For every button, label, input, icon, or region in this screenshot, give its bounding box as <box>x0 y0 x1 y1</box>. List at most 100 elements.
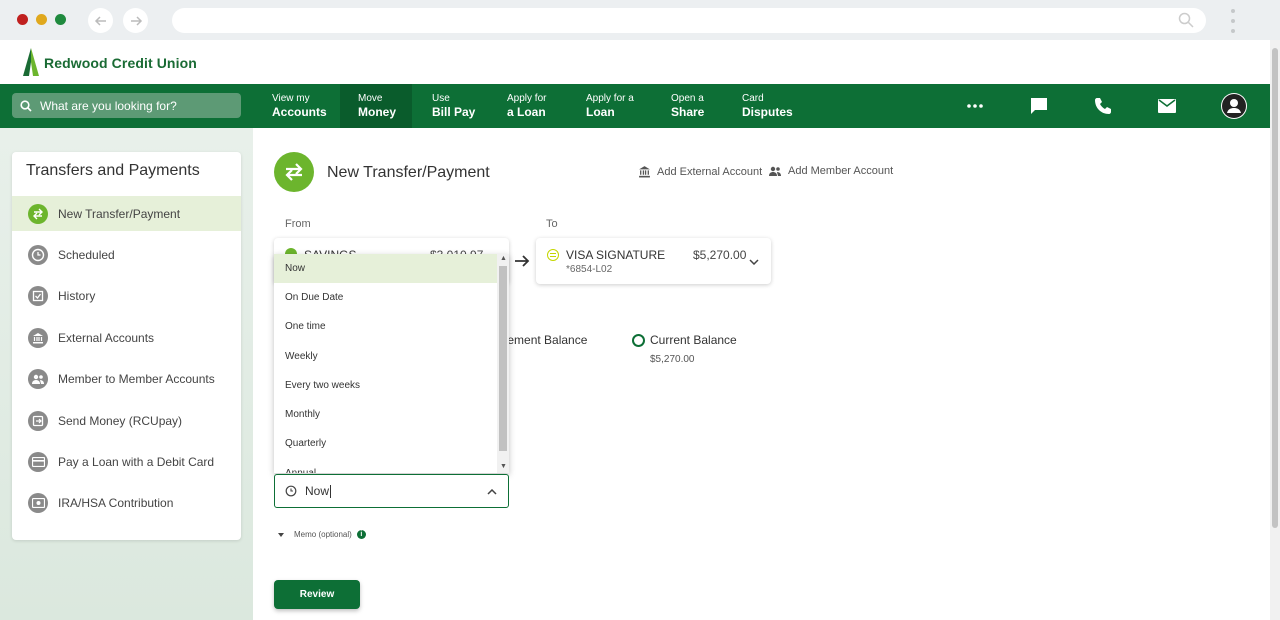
nav-bill-pay[interactable]: Use Bill Pay <box>432 84 475 128</box>
minimize-window-dot[interactable] <box>36 14 47 25</box>
add-external-account-link[interactable]: Add External Account <box>638 165 762 178</box>
nav-move-money[interactable]: Move Money <box>340 84 412 128</box>
nav-line2: Disputes <box>742 105 793 119</box>
frequency-select[interactable]: Now <box>274 474 509 508</box>
browser-menu-icon[interactable] <box>1230 9 1236 33</box>
transfers-sidebar: Transfers and Payments New Transfer/Paym… <box>12 152 241 540</box>
bank-icon <box>639 166 650 178</box>
add-external-account-label: Add External Account <box>657 165 763 178</box>
review-button[interactable]: Review <box>274 580 360 609</box>
nav-line1: Apply for <box>507 93 547 104</box>
page: Redwood Credit Union What are you lookin… <box>0 40 1270 620</box>
frequency-dropdown-list[interactable]: Now On Due Date One time Weekly Every tw… <box>274 254 509 473</box>
clock-icon <box>285 485 297 497</box>
sidebar-item-pay-loan-debit[interactable]: Pay a Loan with a Debit Card <box>12 444 241 479</box>
address-bar[interactable] <box>172 8 1206 33</box>
sidebar-item-send-money[interactable]: Send Money (RCUpay) <box>12 403 241 438</box>
members-icon <box>769 166 781 176</box>
logo[interactable]: Redwood Credit Union <box>22 48 197 78</box>
frequency-value: Now <box>305 484 330 498</box>
add-member-account-link[interactable]: Add Member Account <box>768 165 893 177</box>
transfer-icon <box>28 203 48 224</box>
page-title: New Transfer/Payment <box>327 164 490 181</box>
memo-toggle[interactable]: Memo (optional) i <box>278 530 366 539</box>
sidebar-item-label: Scheduled <box>58 247 115 262</box>
mail-icon[interactable] <box>1155 94 1179 118</box>
option-weekly[interactable]: Weekly <box>274 342 497 371</box>
arrow-right-icon <box>130 15 142 26</box>
close-window-dot[interactable] <box>17 14 28 25</box>
page-scrollbar[interactable] <box>1270 40 1280 620</box>
sidebar-item-label: IRA/HSA Contribution <box>58 495 174 510</box>
scroll-up-icon[interactable]: ▲ <box>500 255 507 262</box>
back-button[interactable] <box>88 8 113 33</box>
to-account-balance: $5,270.00 <box>693 248 747 262</box>
brand-name: Redwood Credit Union <box>44 55 197 71</box>
option-monthly[interactable]: Monthly <box>274 400 497 429</box>
more-icon[interactable] <box>963 94 987 118</box>
page-scroll-thumb[interactable] <box>1272 48 1278 528</box>
nav-apply-loan[interactable]: Apply for a Loan <box>507 84 546 128</box>
history-icon <box>28 285 48 306</box>
card-icon <box>28 451 48 472</box>
sidebar-item-new-transfer[interactable]: New Transfer/Payment <box>12 196 241 231</box>
nav-line1: Apply for a <box>586 93 634 104</box>
sidebar-item-ira-hsa[interactable]: IRA/HSA Contribution <box>12 485 241 520</box>
nav-line1: Card <box>742 93 764 104</box>
bank-icon <box>28 327 48 348</box>
sidebar-item-label: External Accounts <box>58 330 155 345</box>
info-icon[interactable]: i <box>356 530 366 539</box>
nav-line2: a Loan <box>507 105 546 119</box>
nav-line2: Money <box>358 105 397 119</box>
arrow-left-icon <box>94 15 106 26</box>
nav-apply-for-a-loan[interactable]: Apply for a Loan <box>586 84 634 128</box>
to-account-name: VISA SIGNATURE <box>566 248 666 262</box>
nav-line1: Move <box>358 93 383 104</box>
current-balance-label: Current Balance <box>650 333 737 347</box>
sidebar-item-label: History <box>58 288 96 303</box>
search-input[interactable]: What are you looking for? <box>12 93 241 118</box>
sidebar-item-member-accounts[interactable]: Member to Member Accounts <box>12 361 241 396</box>
current-balance-value: $5,270.00 <box>650 354 695 365</box>
option-every-two-weeks[interactable]: Every two weeks <box>274 371 497 400</box>
credit-card-account-icon <box>547 249 559 261</box>
members-icon <box>28 368 48 389</box>
sidebar-item-label: Pay a Loan with a Debit Card <box>58 454 215 469</box>
maximize-window-dot[interactable] <box>55 14 66 25</box>
clock-icon <box>28 244 48 265</box>
sidebar-item-scheduled[interactable]: Scheduled <box>12 237 241 272</box>
to-account-select[interactable]: VISA SIGNATURE *6854-L02 $5,270.00 <box>536 238 771 284</box>
account-icon[interactable] <box>1221 93 1247 119</box>
option-on-due-date[interactable]: On Due Date <box>274 283 497 312</box>
option-one-time[interactable]: One time <box>274 312 497 341</box>
chat-icon[interactable] <box>1027 94 1051 118</box>
option-now[interactable]: Now <box>274 254 497 283</box>
option-quarterly[interactable]: Quarterly <box>274 429 497 458</box>
search-icon <box>20 99 32 112</box>
sidebar-title: Transfers and Payments <box>26 162 200 179</box>
scroll-down-icon[interactable]: ▼ <box>500 463 507 470</box>
search-placeholder: What are you looking for? <box>40 98 177 113</box>
sidebar-item-external-accounts[interactable]: External Accounts <box>12 320 241 355</box>
sidebar-item-label: Member to Member Accounts <box>58 371 215 386</box>
add-member-account-label: Add Member Account <box>788 165 894 177</box>
sidebar-item-history[interactable]: History <box>12 278 241 313</box>
nav-line2: Share <box>671 105 705 119</box>
nav-line1: View my <box>272 93 310 104</box>
nav-open-share[interactable]: Open a Share <box>671 84 704 128</box>
caret-down-icon <box>278 532 284 537</box>
from-label: From <box>285 218 311 230</box>
top-nav: What are you looking for? View my Accoun… <box>0 84 1270 128</box>
chevron-up-icon <box>487 489 497 495</box>
nav-view-accounts[interactable]: View my Accounts <box>272 84 327 128</box>
nav-card-disputes[interactable]: Card Disputes <box>742 84 793 128</box>
text-caret <box>330 484 332 498</box>
option-annual[interactable]: Annual <box>274 459 497 473</box>
phone-icon[interactable] <box>1091 94 1115 118</box>
tree-logo-icon <box>23 48 39 76</box>
dropdown-scroll-thumb[interactable] <box>499 266 507 451</box>
dropdown-scrollbar[interactable]: ▲ ▼ <box>497 254 509 473</box>
current-balance-radio[interactable] <box>632 334 645 347</box>
to-account-number: *6854-L02 <box>566 264 613 275</box>
forward-button[interactable] <box>123 8 148 33</box>
